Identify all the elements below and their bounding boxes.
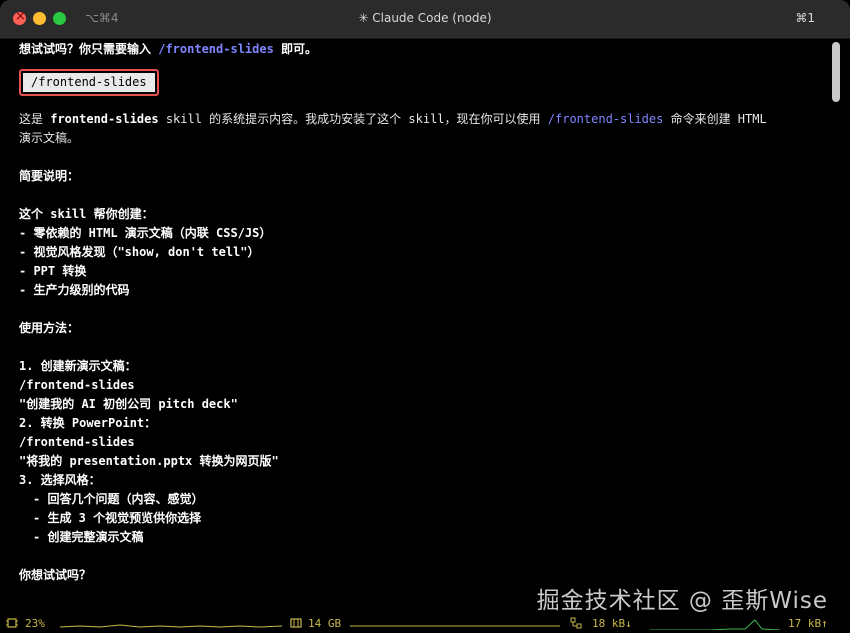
cpu-icon [6, 618, 18, 628]
cpu-graph [60, 624, 282, 628]
output-line: 这是 frontend-slides skill 的系统提示内容。我成功安装了这… [19, 110, 829, 129]
output-text: 即可。 [273, 42, 318, 56]
output-text: 这是 [19, 112, 51, 126]
step-command: /frontend-slides [19, 378, 135, 392]
step-example: "将我的 presentation.pptx 转换为网页版" [19, 454, 279, 468]
step-title: 1. 创建新演示文稿： [19, 359, 137, 373]
step-sub-item: - 回答几个问题（内容、感觉） [33, 492, 204, 506]
feature-item: - PPT 转换 [19, 264, 87, 278]
network-icon [570, 617, 582, 629]
memory-icon [290, 618, 302, 628]
terminal-output: 想试试吗？你只需要输入 /frontend-slides 即可。 /fronte… [19, 40, 829, 585]
output-text: 命令来创建 HTML [663, 112, 767, 126]
status-bar: 23% 14 GB 18 kB↓ 17 kB↑ [0, 613, 850, 633]
feature-item: - 零依赖的 HTML 演示文稿（内联 CSS/JS） [19, 226, 272, 240]
scrollbar-thumb[interactable] [832, 42, 840, 102]
section-heading: 简要说明： [19, 169, 80, 183]
step-example: "创建我的 AI 初创公司 pitch deck" [19, 397, 238, 411]
command-link: /frontend-slides [158, 42, 274, 56]
output-line: 这个 skill 帮你创建： [19, 207, 154, 221]
section-heading: 使用方法： [19, 321, 80, 335]
skill-name: frontend-slides [50, 112, 159, 126]
terminal-window: ⌥⌘4 ✳ Claude Code (node) ⌘1 想试试吗？你只需要输入 … [0, 0, 850, 633]
output-text: 想试试吗？你只需要输入 [19, 42, 159, 56]
output-line: 演示文稿。 [19, 131, 80, 145]
cpu-usage: 23% [25, 617, 45, 630]
output-line: 想试试吗？你只需要输入 /frontend-slides 即可。 [19, 40, 829, 59]
highlighted-command-text: /frontend-slides [23, 73, 155, 92]
title-bar: ⌥⌘4 ✳ Claude Code (node) ⌘1 [0, 0, 850, 39]
step-command: /frontend-slides [19, 435, 135, 449]
step-title: 3. 选择风格： [19, 473, 101, 487]
network-graph [650, 619, 780, 630]
memory-usage: 14 GB [308, 617, 342, 630]
tab-shortcut-label: ⌘1 [795, 11, 815, 25]
memory-graph [350, 625, 560, 627]
step-sub-item: - 创建完整演示文稿 [33, 530, 144, 544]
output-text: skill 的系统提示内容。我成功安装了这个 skill，现在你可以使用 [158, 112, 548, 126]
command-link: /frontend-slides [547, 112, 664, 126]
step-sub-item: - 生成 3 个视觉预览供你选择 [33, 511, 202, 525]
window-title: ✳ Claude Code (node) [358, 11, 492, 25]
feature-item: - 视觉风格发现（"show, don't tell"） [19, 245, 260, 259]
network-down: 18 kB↓ [592, 617, 632, 630]
highlighted-command: /frontend-slides [19, 69, 159, 96]
watermark: 掘金技术社区 @ 歪斯Wise [536, 588, 828, 614]
step-title: 2. 转换 PowerPoint： [19, 416, 157, 430]
network-up: 17 kB↑ [788, 617, 828, 630]
feature-item: - 生产力级别的代码 [19, 283, 130, 297]
